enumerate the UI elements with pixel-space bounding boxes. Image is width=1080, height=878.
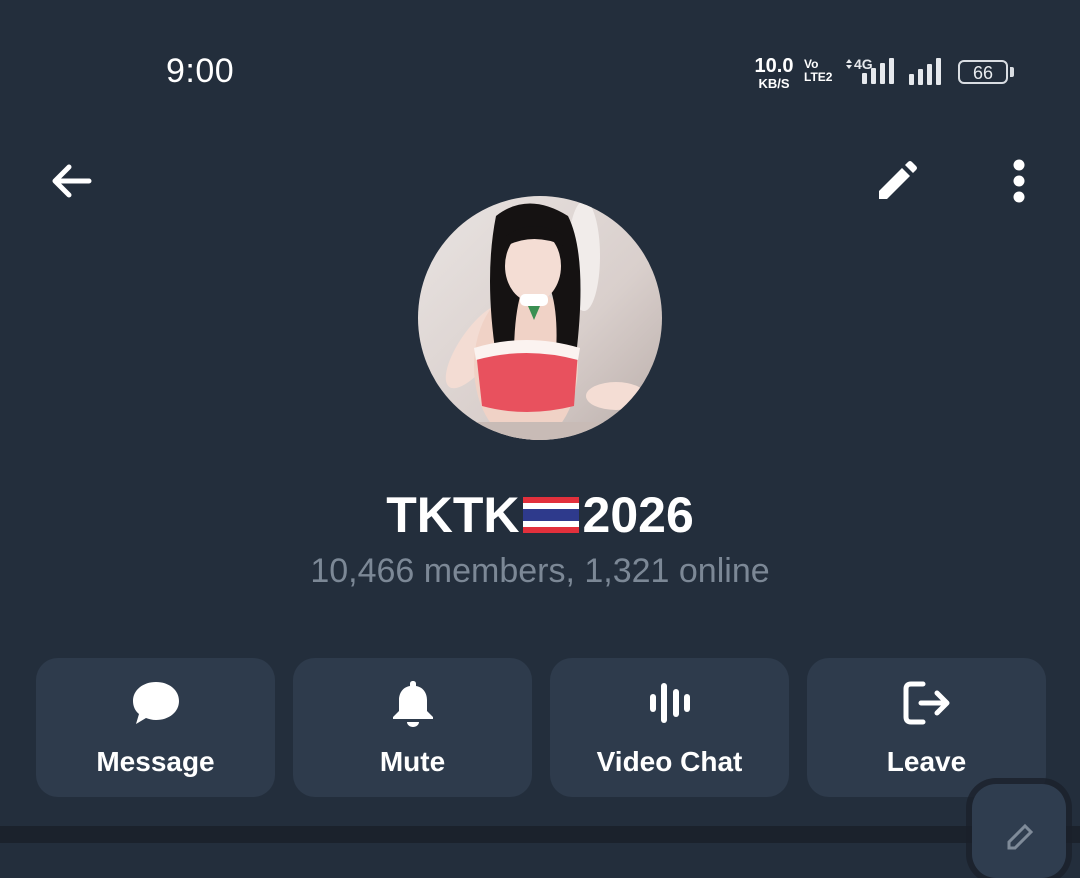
network-type-label: 4G (854, 56, 873, 72)
battery-level: 66 (972, 63, 994, 83)
volte-indicator: Vo LTE2 (804, 58, 832, 84)
video-chat-button[interactable]: Video Chat (550, 658, 789, 797)
thailand-flag-icon (522, 497, 579, 533)
voice-wave-icon (649, 683, 690, 723)
network-speed-unit: KB/S (758, 76, 790, 91)
group-avatar[interactable] (418, 196, 662, 440)
arrow-left-icon (52, 164, 92, 198)
mute-button[interactable]: Mute (293, 658, 532, 797)
video-chat-label: Video Chat (596, 746, 743, 777)
group-name-suffix: 2026 (582, 487, 694, 543)
bell-icon (392, 681, 433, 727)
network-speed-value: 10.0 (754, 55, 794, 77)
bottom-divider (0, 826, 1080, 843)
message-button[interactable]: Message (36, 658, 275, 797)
chat-bubble-icon (132, 682, 179, 724)
mute-label: Mute (379, 746, 446, 777)
group-name-prefix: TKTK (386, 487, 520, 543)
avatar-photo (418, 196, 662, 440)
leave-button[interactable]: Leave (807, 658, 1046, 797)
action-bar: Message Mute Video Chat Leave (36, 658, 1046, 797)
back-button[interactable] (40, 150, 102, 212)
more-vertical-icon (1013, 159, 1025, 203)
leave-label: Leave (886, 746, 967, 777)
message-label: Message (96, 746, 215, 777)
floating-action-button[interactable] (972, 784, 1066, 878)
battery-tip (1010, 67, 1014, 77)
edit-button[interactable] (866, 150, 928, 212)
pencil-icon (879, 161, 917, 199)
pen-icon (1007, 823, 1034, 850)
clock: 9:00 (166, 52, 235, 90)
more-options-button[interactable] (988, 150, 1050, 212)
leave-icon (903, 681, 949, 725)
group-name: TKTK 2026 (0, 486, 1080, 544)
volte-bottom: LTE2 (804, 70, 833, 84)
status-bar: 9:00 10.0 KB/S Vo LTE2 4G 66 (0, 0, 1080, 140)
member-count: 10,466 members, 1,321 online (310, 552, 770, 590)
signal-4g-icon: 4G (846, 56, 894, 84)
signal-bars-icon (909, 58, 941, 85)
battery-icon: 66 (958, 60, 1008, 84)
network-speed: 10.0 KB/S (753, 56, 795, 90)
